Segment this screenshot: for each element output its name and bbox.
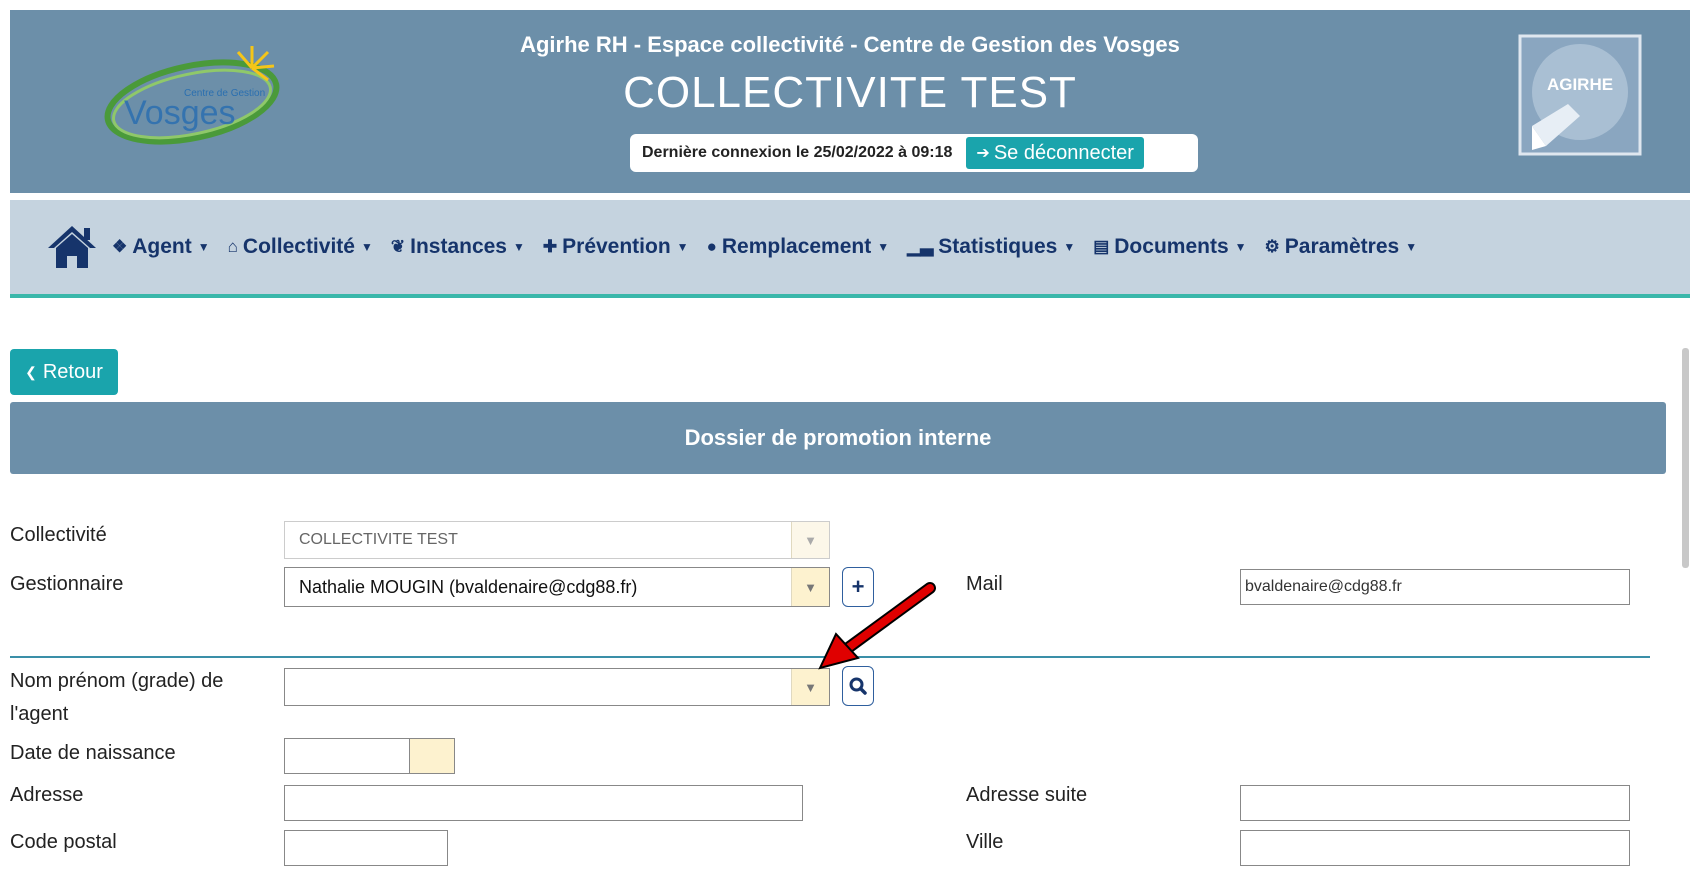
caret-down-icon: ▼	[360, 240, 373, 254]
dropdown-arrow-icon: ▼	[791, 522, 829, 558]
logout-button[interactable]: ➔ Se déconnecter	[966, 137, 1144, 169]
nav-parametres-label: Paramètres	[1284, 235, 1400, 258]
scrollbar-thumb[interactable]	[1682, 348, 1689, 568]
birth-date-field[interactable]	[284, 738, 410, 774]
city-field[interactable]	[1240, 830, 1630, 866]
nav-statistiques-label: Statistiques	[938, 235, 1058, 258]
user-clock-icon: ●	[706, 237, 717, 256]
address-field[interactable]	[284, 785, 803, 821]
header-subtitle: Agirhe RH - Espace collectivité - Centre…	[520, 32, 1180, 57]
birth-label: Date de naissance	[10, 742, 176, 764]
chevron-left-icon: ❮	[25, 363, 37, 380]
caret-down-icon: ▼	[1063, 240, 1076, 254]
institution-icon: ⌂	[227, 237, 238, 256]
file-icon: ▤	[1093, 237, 1110, 256]
page-title: COLLECTIVITE TEST	[623, 68, 1077, 117]
agent-label-line2: l'agent	[10, 703, 69, 725]
cogs-icon: ⚙	[1264, 237, 1280, 256]
handshake-icon: ❦	[390, 237, 406, 256]
gestionnaire-select[interactable]: Nathalie MOUGIN (bvaldenaire@cdg88.fr) ▼	[284, 567, 830, 607]
agirhe-logo-text: AGIRHE	[1547, 75, 1613, 94]
postal-field[interactable]	[284, 830, 448, 866]
nav-instances[interactable]: ❦ Instances ▼	[391, 235, 525, 259]
chart-icon: ▁▃	[907, 237, 934, 256]
nav-remplacement-label: Remplacement	[721, 235, 872, 258]
address-label: Adresse	[10, 784, 84, 806]
agent-label-line1: Nom prénom (grade) de	[10, 670, 224, 692]
app-header: Centre de Gestion Vosges Agirhe RH - Esp…	[10, 10, 1690, 193]
collectivite-value: COLLECTIVITE TEST	[299, 531, 458, 548]
caret-down-icon: ▼	[877, 240, 890, 254]
caret-down-icon: ▼	[1405, 240, 1418, 254]
section-title: Dossier de promotion interne	[10, 402, 1666, 474]
gestionnaire-label: Gestionnaire	[10, 573, 124, 595]
sign-out-icon: ➔	[976, 145, 990, 162]
agent-select[interactable]: ▼	[284, 668, 830, 706]
caret-down-icon: ▼	[513, 240, 525, 254]
calendar-icon[interactable]	[409, 738, 455, 774]
city-label: Ville	[966, 831, 1004, 853]
medkit-icon: ✚	[542, 237, 558, 256]
mail-field[interactable]: bvaldenaire@cdg88.fr	[1240, 569, 1630, 605]
caret-down-icon: ▼	[1234, 240, 1247, 254]
mail-label: Mail	[966, 573, 1003, 595]
gestionnaire-value: Nathalie MOUGIN (bvaldenaire@cdg88.fr)	[299, 576, 638, 597]
agirhe-logo: AGIRHE	[1518, 34, 1642, 156]
address2-label: Adresse suite	[966, 784, 1088, 806]
nav-agent[interactable]: ❖ Agent ▼	[112, 235, 210, 259]
nav-agent-label: Agent	[132, 235, 192, 258]
logout-label: Se déconnecter	[993, 141, 1134, 164]
address2-field[interactable]	[1240, 785, 1630, 821]
back-label: Retour	[42, 360, 103, 383]
nav-documents-label: Documents	[1114, 235, 1229, 258]
collectivite-select: COLLECTIVITE TEST ▼	[284, 521, 830, 559]
nav-collectivite[interactable]: ⌂ Collectivité ▼	[228, 235, 373, 259]
nav-collectivite-label: Collectivité	[242, 235, 355, 258]
last-login-text: Dernière connexion le 25/02/2022 à 09:18	[642, 144, 953, 161]
main-nav: ❖ Agent ▼ ⌂ Collectivité ▼ ❦ Instances ▼…	[10, 200, 1690, 298]
nav-statistiques[interactable]: ▁▃ Statistiques ▼	[907, 235, 1075, 259]
nav-parametres[interactable]: ⚙ Paramètres ▼	[1265, 235, 1418, 259]
nav-prevention-label: Prévention	[562, 235, 671, 258]
home-icon[interactable]	[46, 224, 98, 270]
nav-instances-label: Instances	[410, 235, 507, 258]
back-button[interactable]: ❮ Retour	[10, 349, 118, 395]
postal-label: Code postal	[10, 831, 117, 853]
users-icon: ❖	[112, 237, 128, 256]
caret-down-icon: ▼	[197, 240, 210, 254]
nav-remplacement[interactable]: ● Remplacement ▼	[707, 235, 890, 259]
annotation-arrow-icon	[818, 582, 936, 670]
caret-down-icon: ▼	[676, 240, 689, 254]
nav-documents[interactable]: ▤ Documents ▼	[1093, 235, 1246, 259]
nav-prevention[interactable]: ✚ Prévention ▼	[543, 235, 689, 259]
collectivite-label: Collectivité	[10, 524, 107, 546]
session-box: Dernière connexion le 25/02/2022 à 09:18…	[630, 134, 1198, 172]
page-scrollbar[interactable]	[1680, 330, 1690, 872]
